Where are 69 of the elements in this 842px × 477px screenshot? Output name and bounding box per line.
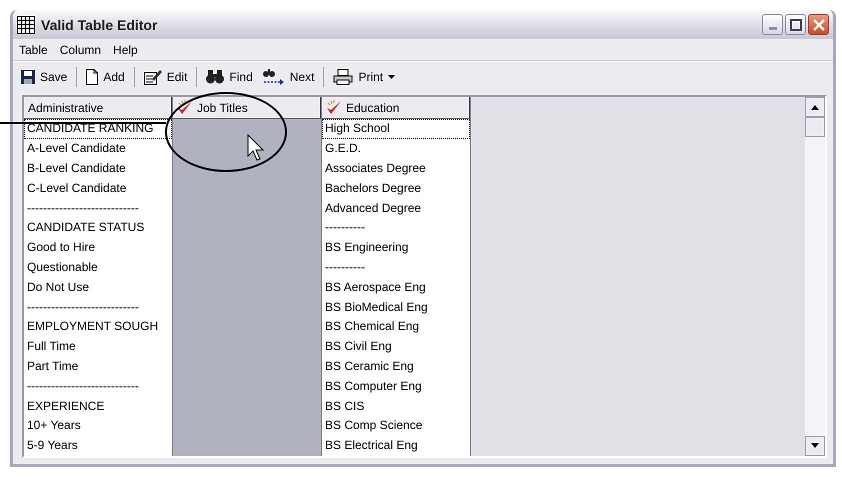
- table-cell[interactable]: BS Computer Eng: [322, 376, 470, 397]
- table-cell[interactable]: BS Electrical Eng: [322, 436, 470, 456]
- binoculars-icon: [206, 70, 224, 84]
- table-cell[interactable]: Associates Degree: [322, 159, 470, 179]
- table-cell[interactable]: EMPLOYMENT SOUGH: [24, 317, 172, 338]
- table-cell[interactable]: A-Level Candidate: [24, 139, 172, 160]
- table-cell[interactable]: BS Chemical Eng: [322, 317, 470, 338]
- table-cell[interactable]: Do Not Use: [24, 278, 172, 298]
- binoculars-arrow-icon: [262, 68, 285, 85]
- table-cell[interactable]: ----------------------------: [24, 376, 172, 397]
- maximize-icon: [790, 18, 802, 31]
- table-cell[interactable]: ----------: [322, 258, 470, 278]
- toolbar-button[interactable]: Edit: [140, 66, 192, 87]
- table-cell[interactable]: CANDIDATE RANKING: [24, 119, 172, 140]
- close-button[interactable]: [808, 14, 829, 36]
- blank-page-icon: [86, 68, 98, 85]
- table-cell[interactable]: B-Level Candidate: [24, 159, 172, 179]
- table-cell[interactable]: Questionable: [24, 258, 172, 278]
- toolbar-button[interactable]: Add: [82, 66, 129, 87]
- edit-page-icon: [144, 68, 162, 85]
- column-header[interactable]: Education: [322, 97, 470, 120]
- close-icon: [812, 18, 824, 31]
- table-cell[interactable]: ----------------------------: [24, 298, 172, 318]
- table-cell[interactable]: EXPERIENCE: [24, 396, 172, 416]
- table-cell[interactable]: CANDIDATE STATUS: [24, 218, 172, 238]
- caret-icon: [388, 74, 396, 79]
- table-column[interactable]: Job Titles: [173, 97, 322, 456]
- menu-item[interactable]: Column: [60, 42, 102, 57]
- table-cell[interactable]: ----------: [322, 218, 470, 238]
- column-header[interactable]: Job Titles: [173, 97, 321, 120]
- table-cell[interactable]: Part Time: [24, 357, 172, 377]
- table-cell[interactable]: BS CIS: [322, 396, 470, 416]
- table-column[interactable]: [24, 97, 173, 456]
- toolbar-button[interactable]: Next: [258, 66, 318, 87]
- toolbar-button[interactable]: Print: [329, 66, 400, 87]
- table-cell[interactable]: Bachelors Degree: [322, 178, 470, 199]
- table-cell[interactable]: G.E.D.: [322, 139, 470, 160]
- menu-item[interactable]: Help: [113, 42, 138, 57]
- checkmark-icon: [326, 100, 342, 116]
- table-cell[interactable]: BS Ceramic Eng: [322, 357, 470, 377]
- table-cell[interactable]: Good to Hire: [24, 238, 172, 258]
- scrollbar-thumb[interactable]: [805, 117, 825, 138]
- table-cell[interactable]: Full Time: [24, 337, 172, 357]
- table-cell[interactable]: Advanced Degree: [322, 198, 470, 218]
- table-cell[interactable]: 5-9 Years: [24, 436, 172, 456]
- table-cell[interactable]: BS Engineering: [322, 238, 470, 258]
- table-cell[interactable]: BS Comp Science: [322, 416, 470, 436]
- maximize-button[interactable]: [785, 14, 806, 36]
- table-cell[interactable]: ----------------------------: [24, 198, 172, 218]
- mouse-pointer-icon: [248, 134, 264, 161]
- window-title: Valid Table Editor: [41, 16, 158, 33]
- checkmark-icon: [177, 100, 193, 116]
- scroll-up-arrow-icon[interactable]: [811, 104, 819, 110]
- table-cell[interactable]: C-Level Candidate: [24, 178, 172, 199]
- toolbar-button[interactable]: Save: [17, 68, 72, 86]
- column-header[interactable]: Administrative: [24, 97, 172, 120]
- scrollbar[interactable]: [805, 97, 825, 456]
- scroll-down-arrow-icon[interactable]: [811, 443, 819, 448]
- table-cell[interactable]: BS Civil Eng: [322, 337, 470, 357]
- minimize-icon: [768, 27, 776, 30]
- table-cell[interactable]: High School: [322, 119, 470, 140]
- table-cell[interactable]: 10+ Years: [24, 416, 172, 436]
- toolbar-button[interactable]: Find: [202, 68, 257, 86]
- menu-item[interactable]: Table: [19, 42, 48, 57]
- table-cell[interactable]: BS Aerospace Eng: [322, 278, 470, 298]
- printer-icon: [333, 68, 354, 85]
- table-cell[interactable]: BS BioMedical Eng: [322, 298, 470, 318]
- grid-icon: [17, 16, 35, 34]
- table-column[interactable]: [322, 97, 471, 456]
